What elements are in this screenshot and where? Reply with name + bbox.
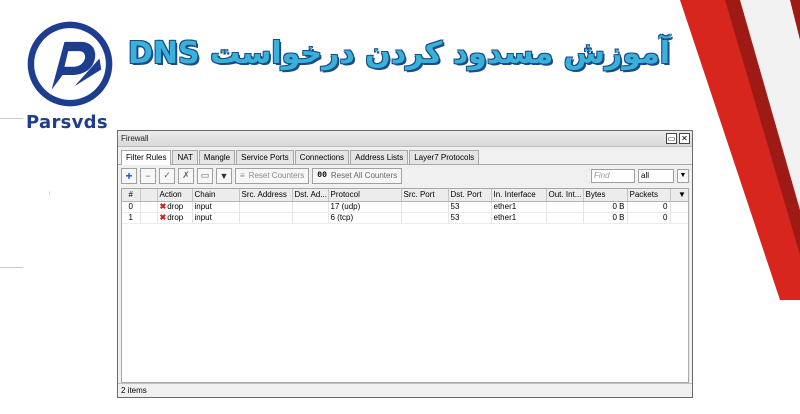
check-icon: ✓ <box>163 170 171 180</box>
rule-dst-port: 53 <box>448 212 492 224</box>
tab-address-lists[interactable]: Address Lists <box>350 150 409 164</box>
rule-packets: 0 <box>627 201 671 213</box>
firewall-window: Firewall ▭ ✕ Filter Rules NAT Mangle Ser… <box>117 130 693 398</box>
rule-flags <box>140 201 158 213</box>
filter-select-dropdown-icon[interactable]: ▼ <box>677 168 689 183</box>
enable-rule-button[interactable]: ✓ <box>159 167 175 184</box>
col-header-bytes[interactable]: Bytes <box>583 189 628 202</box>
col-header-chain[interactable]: Chain <box>192 189 240 202</box>
rule-action: ✖drop <box>157 201 193 213</box>
tab-layer7-protocols[interactable]: Layer7 Protocols <box>409 150 480 164</box>
rule-action-label: drop <box>167 201 184 211</box>
rule-src-address <box>239 212 293 224</box>
rule-protocol: 6 (tcp) <box>328 212 402 224</box>
rule-packets: 0 <box>627 212 671 224</box>
rule-dst-address <box>292 212 329 224</box>
tab-service-ports[interactable]: Service Ports <box>236 150 294 164</box>
close-window-button[interactable]: ✕ <box>679 133 690 144</box>
reset-all-counters-button[interactable]: 00 Reset All Counters <box>312 167 403 184</box>
rule-number: 1 <box>122 212 141 224</box>
rule-out-interface <box>546 212 584 224</box>
tab-nat[interactable]: NAT <box>172 150 198 164</box>
rule-protocol: 17 (udp) <box>328 201 402 213</box>
comment-icon: ▭ <box>200 170 210 180</box>
col-header-src-port[interactable]: Src. Port <box>401 189 449 202</box>
rule-number: 0 <box>122 201 141 213</box>
add-rule-button[interactable]: + <box>121 167 137 184</box>
table-header-row: # Action Chain Src. Address Dst. Ad... P… <box>122 189 688 202</box>
brand-name: Parsvds <box>26 112 108 133</box>
drop-icon: ✖ <box>159 201 167 211</box>
rule-action: ✖drop <box>157 212 193 224</box>
col-header-out-interface[interactable]: Out. Int... <box>546 189 584 202</box>
drop-icon: ✖ <box>159 212 167 222</box>
window-titlebar[interactable]: Firewall ▭ ✕ <box>118 131 692 147</box>
remove-rule-button[interactable]: − <box>140 167 156 184</box>
rules-table: # Action Chain Src. Address Dst. Ad... P… <box>122 189 688 224</box>
rule-in-interface: ether1 <box>491 201 547 213</box>
col-header-number[interactable]: # <box>122 189 141 202</box>
tab-mangle[interactable]: Mangle <box>198 150 236 164</box>
rules-table-container: # Action Chain Src. Address Dst. Ad... P… <box>121 188 689 383</box>
col-header-action[interactable]: Action <box>157 189 193 202</box>
reset-counters-icon: ≡ <box>240 171 245 180</box>
reset-all-counters-label: Reset All Counters <box>330 171 398 180</box>
decorative-red-stripes <box>680 0 800 300</box>
rule-chain: input <box>192 201 240 213</box>
page-headline: آموزش مسدود کردن درخواست DNS <box>128 36 670 71</box>
col-header-in-interface[interactable]: In. Interface <box>491 189 547 202</box>
toolbar: + − ✓ ✗ ▭ ▼ ≡ Reset Counters 00 Reset Al… <box>118 164 692 186</box>
comment-button[interactable]: ▭ <box>197 167 213 184</box>
rule-src-port <box>401 201 449 213</box>
status-bar: 2 items <box>118 383 692 397</box>
rule-flags <box>140 212 158 224</box>
rule-dst-port: 53 <box>448 201 492 213</box>
decorative-chevron <box>0 118 50 268</box>
table-row[interactable]: 1 ✖drop input 6 (tcp) 53 ether1 0 B 0 <box>122 212 688 224</box>
plus-icon: + <box>125 168 133 183</box>
row-spacer <box>670 212 688 224</box>
firewall-tabs: Filter Rules NAT Mangle Service Ports Co… <box>118 147 692 165</box>
filter-select[interactable]: all <box>638 168 674 183</box>
rule-src-port <box>401 212 449 224</box>
column-chooser-icon[interactable]: ▼ <box>670 189 688 202</box>
window-title: Firewall <box>121 134 149 143</box>
col-header-protocol[interactable]: Protocol <box>328 189 402 202</box>
rule-bytes: 0 B <box>583 201 628 213</box>
rule-chain: input <box>192 212 240 224</box>
col-header-src-address[interactable]: Src. Address <box>239 189 293 202</box>
cross-icon: ✗ <box>182 170 190 180</box>
reset-all-counters-icon: 00 <box>317 171 327 180</box>
rule-dst-address <box>292 201 329 213</box>
col-header-dst-address[interactable]: Dst. Ad... <box>292 189 329 202</box>
rule-out-interface <box>546 201 584 213</box>
restore-window-button[interactable]: ▭ <box>666 133 677 144</box>
reset-counters-button[interactable]: ≡ Reset Counters <box>235 167 310 184</box>
col-header-packets[interactable]: Packets <box>627 189 671 202</box>
tab-connections[interactable]: Connections <box>294 150 350 164</box>
row-spacer <box>670 201 688 213</box>
filter-button[interactable]: ▼ <box>216 167 232 184</box>
col-header-flags[interactable] <box>140 189 158 202</box>
parsvds-logo-icon <box>27 21 113 107</box>
table-row[interactable]: 0 ✖drop input 17 (udp) 53 ether1 0 B 0 <box>122 201 688 213</box>
tab-filter-rules[interactable]: Filter Rules <box>121 150 172 165</box>
rule-bytes: 0 B <box>583 212 628 224</box>
rule-src-address <box>239 201 293 213</box>
disable-rule-button[interactable]: ✗ <box>178 167 194 184</box>
find-input[interactable]: Find <box>591 168 635 183</box>
minus-icon: − <box>145 170 151 181</box>
rule-in-interface: ether1 <box>491 212 547 224</box>
col-header-dst-port[interactable]: Dst. Port <box>448 189 492 202</box>
funnel-icon: ▼ <box>219 170 229 181</box>
rule-action-label: drop <box>167 212 184 222</box>
reset-counters-label: Reset Counters <box>248 171 305 180</box>
